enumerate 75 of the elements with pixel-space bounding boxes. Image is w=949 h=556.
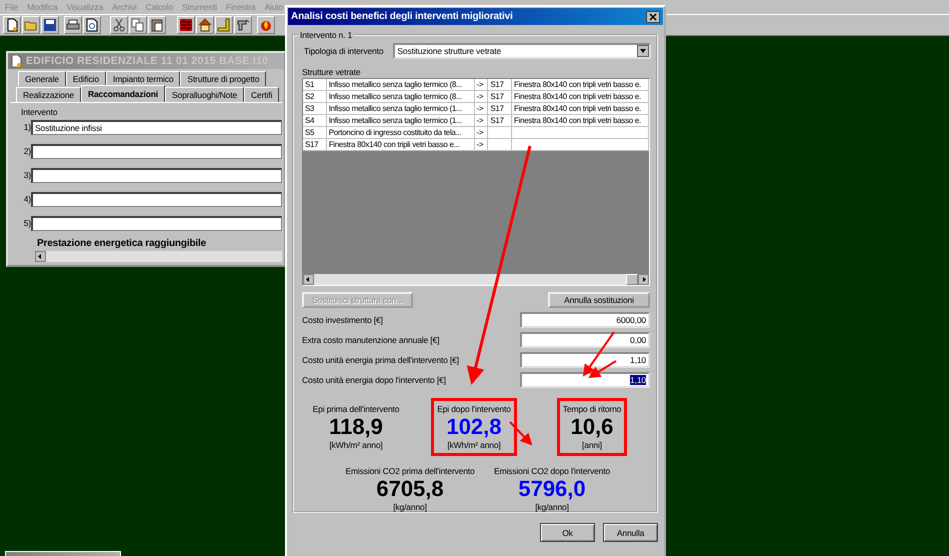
- result-unit: [kg/anno]: [535, 501, 569, 513]
- result-value: 102,8: [446, 415, 502, 439]
- result-value: 6705,8: [376, 477, 444, 501]
- tab[interactable]: Edificio: [66, 71, 106, 86]
- result-unit: [anni]: [582, 439, 602, 451]
- text-field[interactable]: 1,10: [520, 352, 650, 368]
- scissors-icon[interactable]: [110, 16, 128, 34]
- tab[interactable]: Raccomandazioni: [80, 85, 165, 102]
- table-label: Strutture vetrate: [302, 68, 362, 77]
- tab[interactable]: Generale: [18, 71, 66, 86]
- save-icon[interactable]: [41, 16, 59, 34]
- scroll-left-icon[interactable]: [303, 274, 314, 285]
- field-label: Intervento: [21, 107, 58, 119]
- field-label: Tipologia di intervento: [304, 46, 384, 56]
- result-value: 118,9: [329, 415, 383, 439]
- group-label: Intervento n. 1: [299, 30, 354, 40]
- tab[interactable]: Certifi: [244, 87, 280, 102]
- house-icon[interactable]: [196, 16, 214, 34]
- close-icon[interactable]: [646, 10, 660, 22]
- result-value: 10,6: [570, 415, 614, 439]
- result-unit: [kWh/m² anno]: [447, 439, 501, 451]
- scroll-right-icon[interactable]: [638, 274, 649, 285]
- field-label: Costo unità energia dopo l'intervento [€]: [302, 375, 446, 385]
- cancel-replacements-button[interactable]: Annulla sostituzioni: [548, 292, 650, 308]
- field-label: Costo investimento [€]: [302, 315, 383, 325]
- text-field[interactable]: [31, 216, 282, 230]
- section-heading: Prestazione energetica raggiungibile: [37, 238, 208, 249]
- field-number: 2): [22, 146, 31, 156]
- scroll-left-icon[interactable]: [35, 251, 46, 262]
- result-unit: [kWh/m² anno]: [329, 439, 383, 451]
- tab[interactable]: Impianto termico: [106, 71, 180, 86]
- field-number: 4): [22, 194, 31, 204]
- table-cell: Finestra 80x140 con tripli vetri basso e...: [326, 139, 474, 151]
- new-file-icon[interactable]: [3, 16, 21, 34]
- table-cell: [488, 139, 512, 151]
- corner-icon[interactable]: [215, 16, 233, 34]
- field-number: 5): [22, 218, 31, 228]
- brick-wall-icon[interactable]: [177, 16, 195, 34]
- folder-icon[interactable]: [22, 16, 40, 34]
- copy-icon[interactable]: [129, 16, 147, 34]
- horizontal-scrollbar[interactable]: [35, 251, 282, 262]
- tab[interactable]: Sopralluoghi/Note: [165, 87, 244, 102]
- result-label: Emissioni CO2 dopo l'intervento: [494, 465, 610, 477]
- text-field[interactable]: 1,10: [520, 372, 650, 388]
- result-unit: [kg/anno]: [393, 501, 427, 513]
- printer-icon[interactable]: [64, 16, 82, 34]
- table-cell: ->: [474, 139, 488, 151]
- type-dropdown[interactable]: Sostituzione strutture vetrate: [393, 43, 652, 59]
- tab[interactable]: Realizzazione: [16, 87, 81, 102]
- text-field[interactable]: [31, 144, 282, 158]
- text-field[interactable]: [31, 168, 282, 182]
- tab[interactable]: Strutture di progetto: [180, 71, 266, 86]
- cancel-button[interactable]: Annulla: [603, 523, 658, 542]
- table-cell: S17: [303, 139, 327, 151]
- scrollbar-thumb[interactable]: [626, 274, 638, 285]
- field-number: 3): [22, 170, 31, 180]
- result-label: Tempo di ritorno: [562, 403, 622, 415]
- result-label: Epi dopo l'intervento: [437, 403, 511, 415]
- field-number: 1): [22, 122, 31, 132]
- field-label: Extra costo manutenzione annuale [€]: [302, 335, 440, 345]
- preview-icon[interactable]: [83, 16, 101, 34]
- ok-button[interactable]: Ok: [540, 523, 595, 542]
- text-field[interactable]: 6000,00: [520, 312, 650, 328]
- window-title: Analisi costi benefici degli interventi migliorativi: [291, 11, 513, 22]
- result-label: Epi prima dell'intervento: [312, 403, 400, 415]
- text-field[interactable]: Sostituzione infissi: [31, 120, 282, 134]
- field-label: Costo unità energia prima dell'intervento [€]: [302, 355, 459, 365]
- result-label: Emissioni CO2 prima dell'intervento: [345, 465, 475, 477]
- text-field[interactable]: 0,00: [520, 332, 650, 348]
- horizontal-scrollbar[interactable]: [303, 274, 649, 285]
- result-value: 5796,0: [518, 477, 586, 501]
- document-icon: [11, 55, 22, 67]
- text-field[interactable]: [31, 192, 282, 206]
- paste-icon[interactable]: [148, 16, 166, 34]
- flame-icon[interactable]: [257, 16, 275, 34]
